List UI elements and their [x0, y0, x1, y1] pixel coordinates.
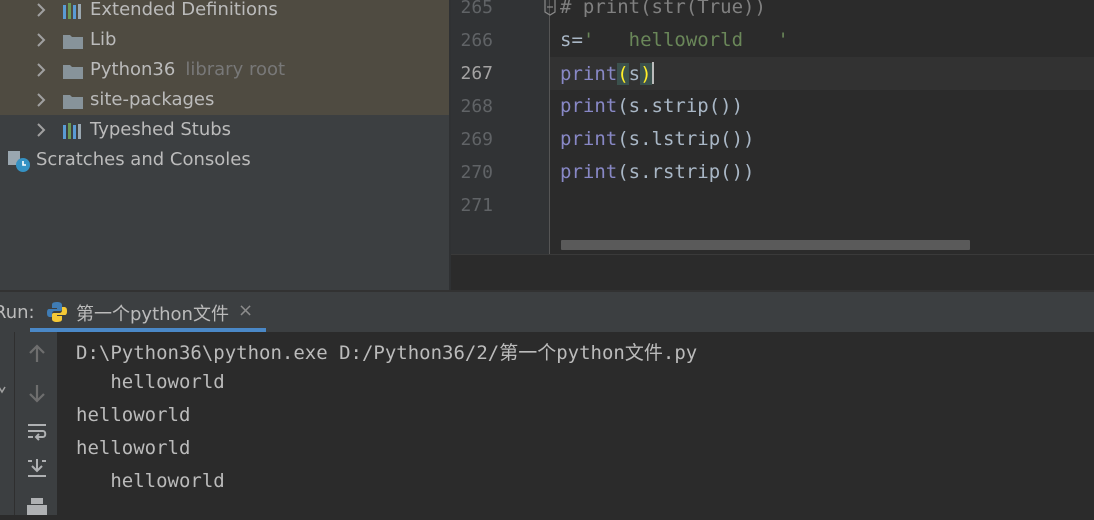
- print-icon[interactable]: [25, 496, 49, 520]
- chevron-right-icon[interactable]: [34, 60, 50, 80]
- code-args: (s.strip()): [617, 95, 744, 117]
- line-number: 268: [460, 96, 493, 117]
- matched-paren: (: [617, 63, 629, 85]
- code-line-269[interactable]: print(s.lstrip()): [560, 128, 754, 150]
- tree-item-label: Typeshed Stubs: [90, 119, 232, 140]
- code-string: ' helloworld ': [582, 29, 789, 51]
- tree-item-lib[interactable]: Lib: [0, 26, 449, 56]
- console-output-line: helloworld: [76, 404, 191, 426]
- scratches-icon: [8, 151, 30, 172]
- matched-paren: ): [640, 63, 652, 85]
- code-arg: s: [628, 63, 641, 85]
- code-args: (s.rstrip()): [617, 161, 755, 183]
- chevron-right-icon[interactable]: [34, 0, 50, 20]
- arrow-up-icon[interactable]: [25, 342, 49, 366]
- code-builtin: print: [560, 63, 618, 85]
- scroll-to-end-icon[interactable]: [25, 456, 49, 480]
- soft-wrap-icon[interactable]: [25, 420, 49, 444]
- horizontal-scrollbar[interactable]: [561, 240, 970, 250]
- close-icon[interactable]: ×: [238, 300, 253, 321]
- library-icon: [63, 123, 81, 139]
- code-line-265[interactable]: # print(str(True)): [560, 0, 766, 18]
- chevron-right-icon[interactable]: [34, 90, 50, 110]
- run-left-strip: [0, 332, 15, 515]
- chevron-right-icon[interactable]: [34, 120, 50, 140]
- line-number: 270: [460, 162, 493, 183]
- text-caret: [651, 62, 654, 84]
- code-line-266[interactable]: s=' helloworld ': [560, 29, 789, 51]
- tree-item-label: Python36 library root: [90, 59, 285, 80]
- tree-item-name: Python36: [90, 59, 176, 80]
- console-output-line: helloworld: [76, 437, 191, 459]
- line-number: 266: [460, 30, 493, 51]
- line-number: 271: [460, 195, 493, 216]
- run-toolbar: [15, 332, 57, 515]
- fold-icon[interactable]: [543, 0, 557, 16]
- console-output-line: helloworld: [76, 371, 225, 393]
- folder-icon: [63, 35, 83, 49]
- tree-item-label: site-packages: [90, 89, 215, 110]
- folder-icon: [63, 65, 83, 79]
- chevron-down-icon[interactable]: [0, 384, 6, 396]
- code-builtin: print: [560, 128, 618, 150]
- gutter-separator: [549, 0, 550, 254]
- folder-icon: [63, 95, 83, 109]
- code-line-267[interactable]: print(s): [560, 62, 654, 85]
- code-args: (s.lstrip()): [617, 128, 755, 150]
- code-builtin: print: [560, 161, 618, 183]
- tree-item-site-packages[interactable]: site-packages: [0, 86, 449, 116]
- editor-bottom-bar: [451, 254, 1094, 291]
- arrow-down-icon[interactable]: [25, 381, 49, 405]
- run-tab[interactable]: 第一个python文件 ×: [30, 292, 266, 332]
- tree-item-label: Lib: [90, 29, 117, 50]
- line-number: 265: [460, 0, 493, 18]
- run-toolwindow-header: Run: 第一个python文件 ×: [0, 290, 1094, 332]
- tree-item-label: Extended Definitions: [90, 0, 278, 20]
- line-number-current: 267: [460, 63, 493, 84]
- tree-item-python36[interactable]: Python36 library root: [0, 56, 449, 86]
- code-line-270[interactable]: print(s.rstrip()): [560, 161, 754, 183]
- tree-item-typeshed-stubs[interactable]: Typeshed Stubs: [0, 116, 449, 146]
- chevron-right-icon[interactable]: [34, 30, 50, 50]
- run-tab-label: 第一个python文件: [76, 304, 229, 325]
- console-command-line: D:\Python36\python.exe D:/Python36/2/第一个…: [76, 342, 698, 364]
- library-icon: [63, 3, 81, 19]
- project-tree-panel: Extended Definitions Lib Python36 library…: [0, 0, 449, 290]
- library-root-hint: library root: [185, 59, 286, 80]
- tree-item-extended-definitions[interactable]: Extended Definitions: [0, 0, 449, 26]
- console-output-line: helloworld: [76, 470, 225, 492]
- code-builtin: print: [560, 95, 618, 117]
- python-icon: [47, 302, 67, 322]
- tree-item-scratches[interactable]: Scratches and Consoles: [36, 149, 251, 170]
- code-line-268[interactable]: print(s.strip()): [560, 95, 743, 117]
- code-variable: s=: [560, 29, 583, 51]
- code-comment: # print(str(True)): [560, 0, 766, 18]
- line-number: 269: [460, 129, 493, 150]
